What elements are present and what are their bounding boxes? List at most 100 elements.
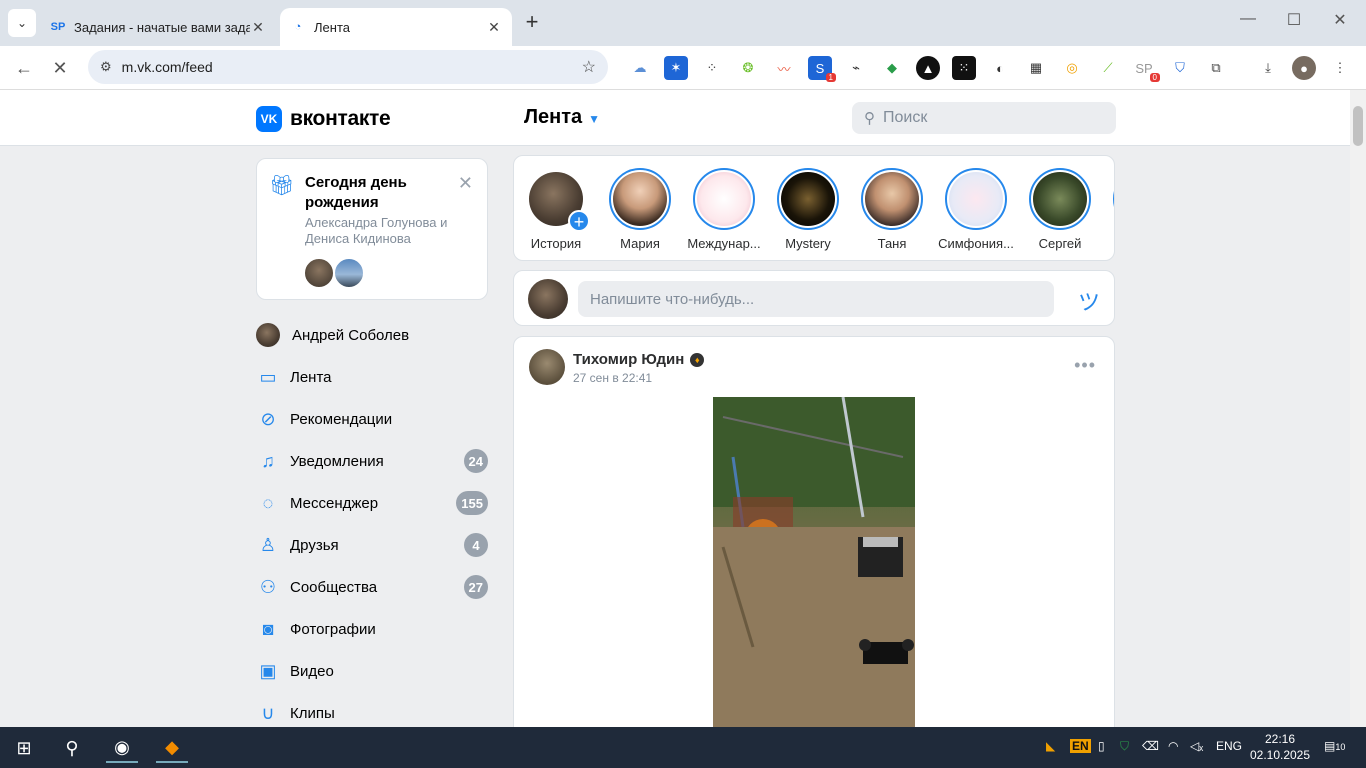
profile-avatar[interactable]: ●	[1292, 56, 1316, 80]
story-item[interactable]: Мария	[602, 168, 678, 251]
story-item[interactable]: Симфония...	[938, 168, 1014, 251]
star-extension-icon[interactable]: ✶	[664, 56, 688, 80]
clock-date: 02.10.2025	[1249, 748, 1311, 762]
sidebar-item-clips[interactable]: ∪ Клипы	[256, 692, 488, 727]
clips-icon[interactable]: ツ	[1078, 285, 1100, 317]
vk-page: VK вконтакте Лента ▼ ⚲ Поиск 🎁︎ Сегодня д…	[0, 90, 1350, 727]
security-icon[interactable]: ⛉	[1120, 739, 1129, 754]
sidebar-item-profile[interactable]: Андрей Соболев	[256, 314, 488, 356]
wave-extension-icon[interactable]: 〰	[772, 56, 796, 80]
camera-icon: ◙	[262, 618, 274, 639]
a-extension-icon[interactable]: ▲	[916, 56, 940, 80]
stop-loading-icon[interactable]: ✕	[48, 56, 72, 80]
sidebar-item-feed[interactable]: ▭ Лента	[256, 356, 488, 398]
address-bar[interactable]: ⚙ m.vk.com/feed ☆	[88, 50, 608, 84]
birthday-names[interactable]: Александра Голунова и Дениса Кидинова	[305, 215, 475, 247]
sp-extension-icon[interactable]: SP 0	[1132, 56, 1160, 82]
sidebar-item-friends[interactable]: ♙ Друзья 4	[256, 524, 488, 566]
diamond-extension-icon[interactable]: ◆	[880, 56, 904, 80]
story-item[interactable]: + История	[518, 168, 594, 251]
close-tab-icon[interactable]: ✕	[486, 19, 502, 36]
cloud-extension-icon[interactable]: ☁	[628, 56, 652, 80]
ime-icon[interactable]: ⌫	[1142, 739, 1159, 753]
feed-title-dropdown[interactable]: Лента ▼	[524, 106, 600, 129]
shield-extension-icon[interactable]: ⛉	[1168, 56, 1192, 80]
story-ring	[861, 168, 923, 230]
post-date[interactable]: 27 сен в 22:41	[573, 371, 652, 385]
sidebar-item-recommendations[interactable]: ⊘ Рекомендации	[256, 398, 488, 440]
story-item[interactable]: Mystery	[770, 168, 846, 251]
tab-search-button[interactable]: ⌄	[8, 9, 36, 37]
post-input[interactable]: Напишите что-нибудь...	[578, 281, 1054, 317]
language-indicator[interactable]: ENG	[1216, 739, 1242, 753]
compass-icon: ⊘	[260, 408, 276, 429]
sidebar-item-communities[interactable]: ⚇ Сообщества 27	[256, 566, 488, 608]
maximize-icon[interactable]: ☐	[1284, 10, 1304, 30]
avatar	[949, 172, 1003, 226]
scrollbar-thumb[interactable]	[1353, 106, 1363, 146]
close-tab-icon[interactable]: ✕	[250, 19, 266, 36]
site-info-icon[interactable]: ⚙	[100, 59, 112, 75]
grid-extension-icon[interactable]: ⁙	[952, 56, 976, 80]
browser-tab-strip: ⌄ SP Задания - начатые вами задан ✕ ◔ Ле…	[0, 0, 1366, 46]
chrome-taskbar-icon[interactable]: ◉	[106, 733, 138, 763]
bookmark-star-icon[interactable]: ☆	[582, 57, 596, 77]
sidebar-item-photos[interactable]: ◙ Фотографии	[256, 608, 488, 650]
page-scrollbar[interactable]	[1350, 90, 1366, 727]
sidebar-item-video[interactable]: ▣ Видео	[256, 650, 488, 692]
battery-icon[interactable]: ▯	[1098, 739, 1105, 753]
sidebar-item-label: Клипы	[290, 704, 335, 722]
close-window-icon[interactable]: ✕	[1330, 10, 1350, 30]
more-options-icon[interactable]: •••	[1074, 355, 1096, 376]
avatar	[781, 172, 835, 226]
avatar[interactable]	[528, 279, 568, 319]
sidebar-item-notifications[interactable]: ♫ Уведомления 24	[256, 440, 488, 482]
download-icon[interactable]: ⤓	[1256, 56, 1280, 80]
chevron-down-icon: ▼	[588, 112, 601, 126]
browser-menu-icon[interactable]: ⋮	[1328, 56, 1352, 80]
avatar[interactable]	[333, 257, 365, 289]
story-item[interactable]: Ф	[1106, 168, 1114, 251]
chart-extension-icon[interactable]: ⌁	[844, 56, 868, 80]
avatar[interactable]	[303, 257, 335, 289]
story-item[interactable]: Междунар...	[686, 168, 762, 251]
minimize-icon[interactable]: —	[1238, 10, 1258, 28]
wifi-icon[interactable]: ◠	[1168, 739, 1178, 753]
notification-center-icon[interactable]: ▤10	[1324, 739, 1345, 753]
green-extension-icon[interactable]: ❂	[736, 56, 760, 80]
post-author[interactable]: Тихомир Юдин ♦	[573, 351, 705, 368]
search-input[interactable]: ⚲ Поиск	[852, 102, 1116, 134]
lang-badge[interactable]: EN	[1070, 739, 1091, 753]
extensions-puzzle-icon[interactable]: ⧉	[1204, 56, 1228, 80]
url-text[interactable]: m.vk.com/feed	[122, 59, 582, 75]
search-icon[interactable]: ⚲	[56, 733, 88, 763]
s-extension-icon[interactable]: S1	[808, 56, 836, 82]
tab-tasks[interactable]: SP Задания - начатые вами задан ✕	[40, 8, 276, 46]
close-icon[interactable]: ✕	[458, 173, 473, 194]
tab-feed[interactable]: ◔ Лента ✕	[280, 8, 512, 46]
volume-muted-icon[interactable]: ◁ₓ	[1190, 739, 1203, 753]
windows-start-icon[interactable]: ⊞	[8, 733, 40, 763]
tray-app-icon[interactable]: ◣	[1046, 739, 1055, 753]
sidebar-item-label: Уведомления	[290, 452, 384, 470]
dots-extension-icon[interactable]: ⁘	[700, 56, 724, 80]
sidebar-item-messenger[interactable]: ◌ Мессенджер 155	[256, 482, 488, 524]
trend-extension-icon[interactable]: ⟋	[1096, 56, 1120, 80]
app-taskbar-icon[interactable]: ◆	[156, 733, 188, 763]
story-item[interactable]: Таня	[854, 168, 930, 251]
add-story-icon[interactable]: +	[568, 210, 590, 232]
compass-extension-icon[interactable]: ◎	[1060, 56, 1084, 80]
qr-extension-icon[interactable]: ▦	[1024, 56, 1048, 80]
story-ring	[945, 168, 1007, 230]
story-ring	[1113, 168, 1114, 230]
circle-extension-icon[interactable]: ◐	[988, 56, 1012, 80]
count-badge: 4	[464, 533, 488, 557]
video-icon: ▣	[259, 660, 277, 681]
vk-logo[interactable]: VK вконтакте	[256, 106, 391, 132]
back-icon[interactable]: ←	[12, 56, 36, 80]
story-item[interactable]: Сергей	[1022, 168, 1098, 251]
new-tab-button[interactable]: +	[520, 11, 544, 35]
avatar[interactable]	[529, 349, 565, 385]
taskbar-clock[interactable]: 22:16 02.10.2025	[1246, 731, 1314, 763]
post-photo[interactable]	[713, 397, 915, 727]
